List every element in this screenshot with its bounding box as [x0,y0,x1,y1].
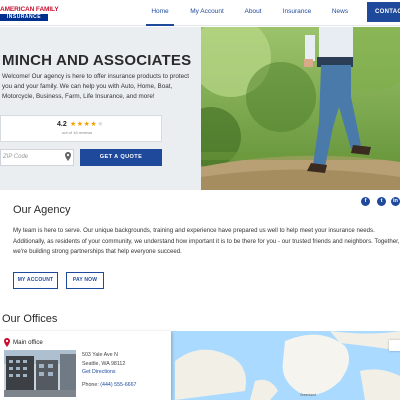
get-a-quote-button[interactable]: GET A QUOTE [80,149,162,166]
site-header: AMERICAN FAMILY INSURANCE Home My Accoun… [0,0,400,26]
logo-bottom-text: INSURANCE [0,14,48,21]
office-building-photo [4,350,76,397]
map-fullscreen-button[interactable] [389,340,400,351]
get-directions-link[interactable]: Get Directions [82,369,116,375]
my-account-button[interactable]: MY ACCOUNT [13,272,58,289]
office-title: Main office [13,339,43,346]
office-phone-row: Phone: (444) 555-6667 [82,382,137,388]
rating-stars: ★★★★★ [70,120,104,128]
nav-news[interactable]: News [328,0,352,26]
contact-button[interactable]: CONTACT [367,2,400,22]
welcome-text: Welcome! Our agency is here to offer ins… [2,73,190,101]
pay-now-button[interactable]: PAY NOW [66,272,104,289]
office-city: Seattle, WA 98112 [82,361,126,367]
agency-description: My team is here to serve. Our unique bac… [13,227,400,255]
star-half-icon: ★ [97,121,104,128]
our-offices-heading: Our Offices [2,313,58,325]
nav-home[interactable]: Home [146,0,174,26]
nav-insurance[interactable]: Insurance [280,0,314,26]
our-agency-heading: Our Agency [13,204,71,216]
map-marker-icon [4,338,10,347]
linkedin-icon[interactable]: in [391,197,400,206]
phone-label: Phone: [82,382,99,388]
american-family-logo[interactable]: AMERICAN FAMILY INSURANCE [0,6,59,22]
star-icon: ★ [76,121,84,128]
twitter-icon[interactable]: t [377,197,386,206]
facebook-icon[interactable]: f [361,197,370,206]
phone-link[interactable]: (444) 555-6667 [100,382,136,388]
zip-code-input[interactable]: ZIP Code [0,149,74,166]
nav-my-account[interactable]: My Account [188,0,226,26]
rating-value: 4.2 [57,121,67,128]
star-icon: ★ [70,121,77,128]
review-count: out of 16 reviews [62,130,93,135]
office-street: 503 Yale Ave N [82,352,118,358]
location-pin-icon[interactable] [65,152,71,161]
agency-title: MINCH AND ASSOCIATES [2,52,192,69]
logo-top-text: AMERICAN FAMILY [0,6,59,13]
hero-photo [201,27,400,190]
map-label: Greenland [300,393,316,397]
nav-about[interactable]: About [240,0,266,26]
